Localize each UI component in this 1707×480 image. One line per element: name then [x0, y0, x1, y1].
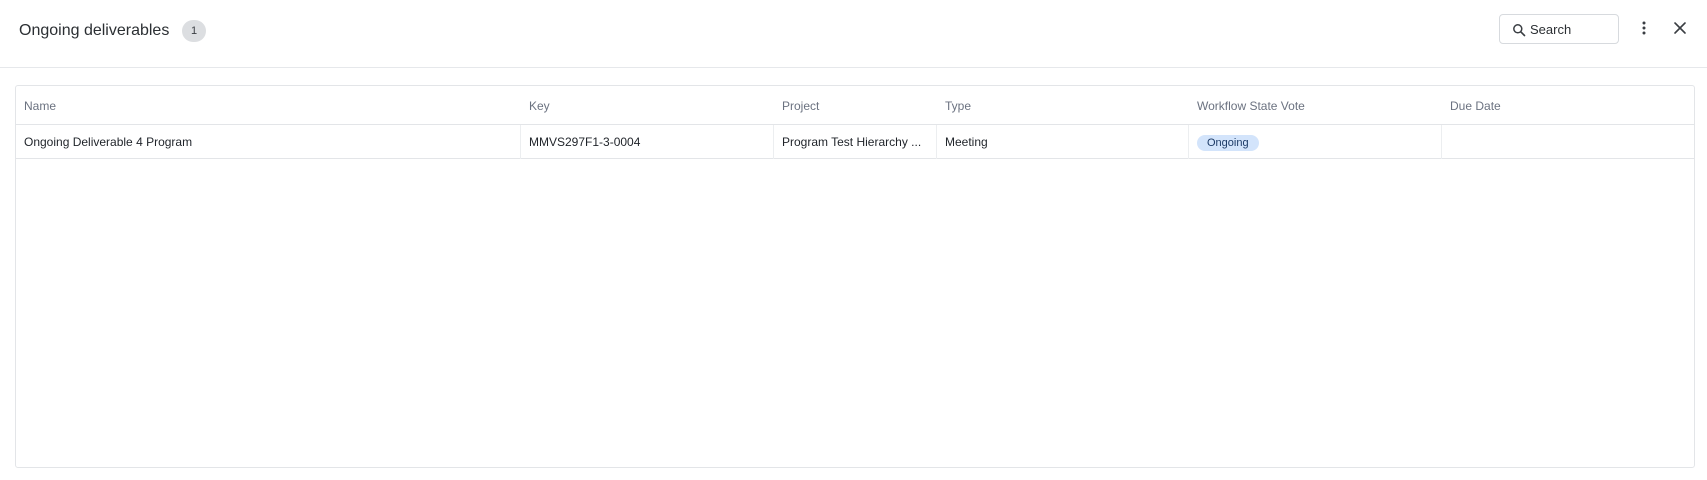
- cell-key: MMVS297F1-3-0004: [521, 125, 774, 159]
- count-badge: 1: [182, 20, 206, 42]
- column-header-name[interactable]: Name: [24, 98, 56, 114]
- search-button[interactable]: Search: [1499, 14, 1619, 44]
- deliverables-table: Name Key Project Type Workflow State Vot…: [15, 85, 1695, 468]
- page-title: Ongoing deliverables: [19, 22, 170, 39]
- cell-name[interactable]: Ongoing Deliverable 4 Program: [16, 125, 521, 159]
- column-header-key[interactable]: Key: [529, 98, 550, 114]
- column-header-due-date[interactable]: Due Date: [1450, 98, 1501, 114]
- status-badge: Ongoing: [1197, 135, 1259, 151]
- search-icon: [1513, 24, 1526, 37]
- cell-project: Program Test Hierarchy ...: [774, 125, 937, 159]
- dialog-header: Ongoing deliverables 1 Search: [0, 0, 1707, 68]
- cell-workflow-state: Ongoing: [1189, 125, 1442, 159]
- table-header: Name Key Project Type Workflow State Vot…: [16, 86, 1694, 125]
- column-header-workflow-state[interactable]: Workflow State Vote: [1197, 98, 1305, 114]
- close-icon[interactable]: [1670, 19, 1690, 39]
- cell-due-date: [1442, 125, 1694, 159]
- table-row[interactable]: Ongoing Deliverable 4 Program MMVS297F1-…: [16, 125, 1694, 159]
- column-header-type[interactable]: Type: [945, 98, 971, 114]
- cell-type: Meeting: [937, 125, 1189, 159]
- search-label: Search: [1530, 22, 1572, 37]
- column-header-project[interactable]: Project: [782, 98, 819, 114]
- more-vertical-icon[interactable]: [1636, 18, 1652, 38]
